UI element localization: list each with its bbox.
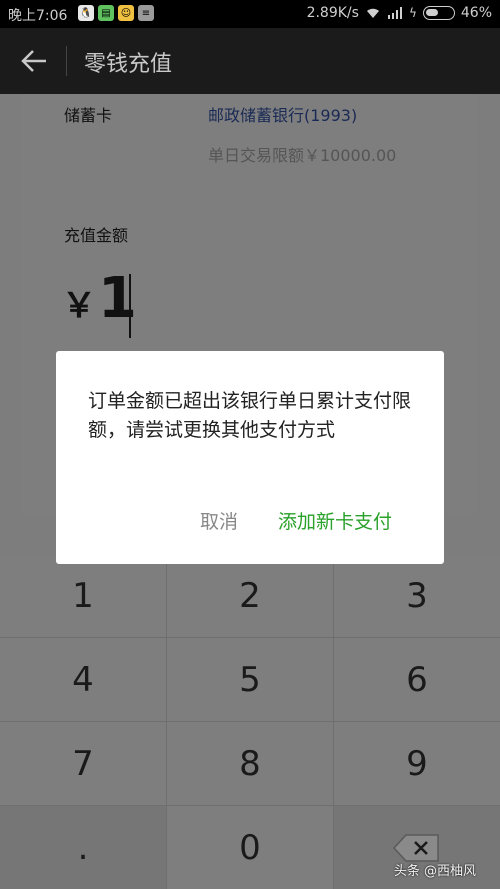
amount-label: 充值金额	[64, 226, 129, 245]
limit-exceeded-dialog: 订单金额已超出该银行单日累计支付限额，请尝试更换其他支付方式 取消 添加新卡支付	[56, 351, 444, 564]
numeric-keypad: 1 2 3 4 5 6 7 8 9 . 0	[0, 554, 500, 889]
status-right: 2.89K/s ϟ 46%	[307, 5, 492, 21]
key-0[interactable]: 0	[167, 806, 333, 889]
notes-icon: ≡	[138, 5, 154, 21]
cancel-button[interactable]: 取消	[200, 507, 238, 534]
battery-icon	[422, 6, 455, 20]
page-title: 零钱充值	[84, 52, 173, 77]
back-arrow-icon[interactable]	[20, 48, 48, 74]
bank-card-selector[interactable]: 邮政储蓄银行(1993)	[208, 102, 357, 126]
key-8[interactable]: 8	[167, 722, 333, 805]
wifi-icon	[366, 8, 379, 18]
signal-icon	[387, 7, 402, 19]
notification-icons: 🐧 ▤ ☺ ≡	[78, 5, 154, 21]
emoji-app-icon: ☺	[118, 5, 134, 21]
card-type-label: 储蓄卡	[64, 106, 113, 125]
app-bar-divider	[66, 46, 67, 76]
amount-input[interactable]: 1	[98, 266, 137, 331]
battery-level	[425, 9, 438, 16]
qq-icon: 🐧	[78, 5, 94, 21]
status-bar: 晚上7:06 🐧 ▤ ☺ ≡ 2.89K/s ϟ 46%	[0, 0, 500, 28]
key-1[interactable]: 1	[0, 554, 166, 637]
app-bar: 零钱充值	[0, 28, 500, 94]
key-6[interactable]: 6	[334, 638, 500, 721]
currency-symbol: ￥	[62, 286, 96, 326]
key-7[interactable]: 7	[0, 722, 166, 805]
daily-limit-text: 单日交易限额￥10000.00	[208, 146, 397, 165]
network-speed: 2.89K/s	[306, 5, 359, 21]
key-2[interactable]: 2	[167, 554, 333, 637]
message-icon: ▤	[98, 5, 114, 21]
charging-icon: ϟ	[408, 6, 417, 20]
text-caret	[129, 274, 131, 338]
battery-percent: 46%	[460, 5, 492, 21]
key-dot[interactable]: .	[0, 806, 166, 889]
backspace-icon	[392, 833, 439, 862]
add-new-card-button[interactable]: 添加新卡支付	[278, 507, 392, 534]
key-3[interactable]: 3	[334, 554, 500, 637]
key-5[interactable]: 5	[167, 638, 333, 721]
status-time: 晚上7:06	[8, 8, 68, 24]
key-4[interactable]: 4	[0, 638, 166, 721]
key-9[interactable]: 9	[334, 722, 500, 805]
watermark: 头条 @西柚风	[393, 864, 476, 879]
dialog-message: 订单金额已超出该银行单日累计支付限额，请尝试更换其他支付方式	[88, 390, 412, 441]
